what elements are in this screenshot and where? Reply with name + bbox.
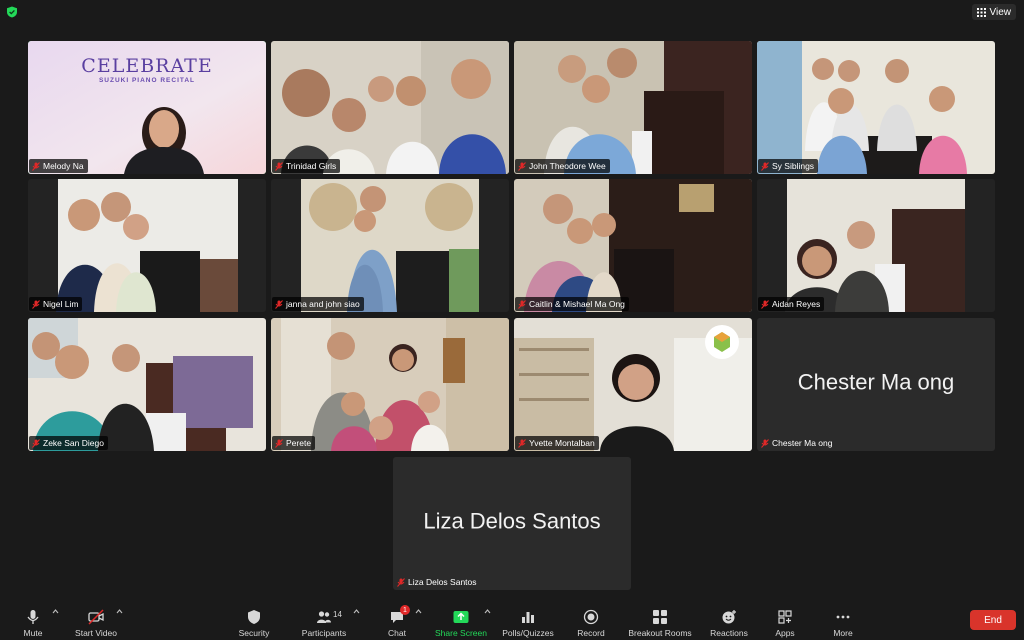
participant-name-label: Liza Delos Santos xyxy=(394,575,481,589)
microphone-icon xyxy=(27,610,39,624)
chat-button[interactable]: 1 Chat xyxy=(384,604,410,638)
participant-count: 14 xyxy=(333,610,342,619)
celebrate-title: CELEBRATE xyxy=(81,55,213,77)
record-icon xyxy=(583,609,599,625)
video-tile-janna-and-john-siao[interactable]: janna and john siao xyxy=(271,179,509,312)
video-tile-liza-delos-santos[interactable]: Liza Delos Santos Liza Delos Santos xyxy=(393,457,631,590)
muted-mic-icon xyxy=(32,299,40,309)
muted-mic-icon xyxy=(518,299,526,309)
celebrate-subtitle: SUZUKI PIANO RECITAL xyxy=(98,77,196,84)
chevron-up-icon[interactable] xyxy=(484,608,491,615)
participant-name-label: John Theodore Wee xyxy=(515,159,610,173)
view-label: View xyxy=(989,6,1012,18)
apps-icon xyxy=(778,610,792,624)
participant-name-label: Sy Siblings xyxy=(758,159,819,173)
participant-video xyxy=(514,318,752,451)
bar-chart-icon xyxy=(522,612,534,623)
video-tile-john-theodore-wee[interactable]: John Theodore Wee xyxy=(514,41,752,174)
end-meeting-button[interactable]: End xyxy=(970,610,1016,630)
meeting-toolbar: Mute Start Video Security 14 Participant… xyxy=(0,600,1024,640)
muted-mic-icon xyxy=(397,577,405,587)
muted-mic-icon xyxy=(32,438,40,448)
mute-button[interactable]: Mute xyxy=(20,604,46,638)
security-shield-icon xyxy=(7,6,17,18)
participant-video xyxy=(28,179,266,312)
participants-button[interactable]: 14 Participants xyxy=(300,604,348,638)
video-tile-perete[interactable]: Perete xyxy=(271,318,509,451)
video-tile-trinidad-girls[interactable]: Trinidad Girls xyxy=(271,41,509,174)
smiley-plus-icon xyxy=(722,610,736,624)
participant-name-label: Trinidad Girls xyxy=(272,159,341,173)
start-video-button[interactable]: Start Video xyxy=(72,604,120,638)
video-tile-zeke-san-diego[interactable]: Zeke San Diego xyxy=(28,318,266,451)
video-off-icon xyxy=(88,609,104,625)
participant-name-label: Chester Ma ong xyxy=(758,436,836,450)
apps-button[interactable]: Apps xyxy=(772,604,798,638)
participant-name-label: Zeke San Diego xyxy=(29,436,108,450)
participant-name-label: janna and john siao xyxy=(272,297,364,311)
participant-name-label: Caitlin & Mishael Ma Ong xyxy=(515,297,629,311)
muted-mic-icon xyxy=(275,161,283,171)
chat-unread-badge: 1 xyxy=(400,605,410,615)
video-tile-caitlin-mishael-ma-ong[interactable]: Caitlin & Mishael Ma Ong xyxy=(514,179,752,312)
ellipsis-icon xyxy=(836,615,850,619)
breakout-rooms-button[interactable]: Breakout Rooms xyxy=(626,604,694,638)
security-button[interactable]: Security xyxy=(236,604,272,638)
polls-quizzes-button[interactable]: Polls/Quizzes xyxy=(500,604,556,638)
participant-video xyxy=(271,318,509,451)
participant-video xyxy=(757,179,995,312)
muted-mic-icon xyxy=(761,161,769,171)
video-tile-melody-na[interactable]: CELEBRATE SUZUKI PIANO RECITAL Melody Na xyxy=(28,41,266,174)
video-tile-sy-siblings[interactable]: Sy Siblings xyxy=(757,41,995,174)
chevron-up-icon[interactable] xyxy=(52,608,59,615)
video-tile-aidan-reyes[interactable]: Aidan Reyes xyxy=(757,179,995,312)
reactions-button[interactable]: Reactions xyxy=(708,604,750,638)
participant-name-label: Aidan Reyes xyxy=(758,297,825,311)
participant-big-name: Liza Delos Santos xyxy=(423,507,601,533)
video-tile-yvette-montalban[interactable]: Yvette Montalban xyxy=(514,318,752,451)
share-screen-icon xyxy=(453,611,469,623)
shield-icon xyxy=(248,610,260,624)
participant-video xyxy=(271,179,509,312)
people-icon xyxy=(317,611,331,623)
participant-name-label: Perete xyxy=(272,436,316,450)
chevron-up-icon[interactable] xyxy=(415,608,422,615)
share-screen-button[interactable]: Share Screen xyxy=(432,604,490,638)
participant-video xyxy=(271,41,509,174)
breakout-grid-icon xyxy=(653,610,667,624)
view-button[interactable]: View xyxy=(971,4,1016,20)
participant-video xyxy=(514,179,752,312)
video-tile-chester-ma-ong[interactable]: Chester Ma ong Chester Ma ong xyxy=(757,318,995,451)
participant-name-label: Nigel Lim xyxy=(29,297,83,311)
participant-big-name: Chester Ma ong xyxy=(797,368,955,394)
muted-mic-icon xyxy=(518,161,526,171)
participant-name-label: Yvette Montalban xyxy=(515,436,599,450)
participant-video xyxy=(757,41,995,174)
chevron-up-icon[interactable] xyxy=(116,608,123,615)
muted-mic-icon xyxy=(275,299,283,309)
muted-mic-icon xyxy=(518,438,526,448)
more-button[interactable]: More xyxy=(830,604,856,638)
grid-icon xyxy=(976,7,986,17)
record-button[interactable]: Record xyxy=(576,604,606,638)
participant-name-label: Melody Na xyxy=(29,159,88,173)
participant-video xyxy=(514,41,752,174)
muted-mic-icon xyxy=(275,438,283,448)
participant-video xyxy=(28,318,266,451)
muted-mic-icon xyxy=(761,438,769,448)
muted-mic-icon xyxy=(761,299,769,309)
muted-mic-icon xyxy=(32,161,40,171)
video-tile-nigel-lim[interactable]: Nigel Lim xyxy=(28,179,266,312)
chevron-up-icon[interactable] xyxy=(353,608,360,615)
